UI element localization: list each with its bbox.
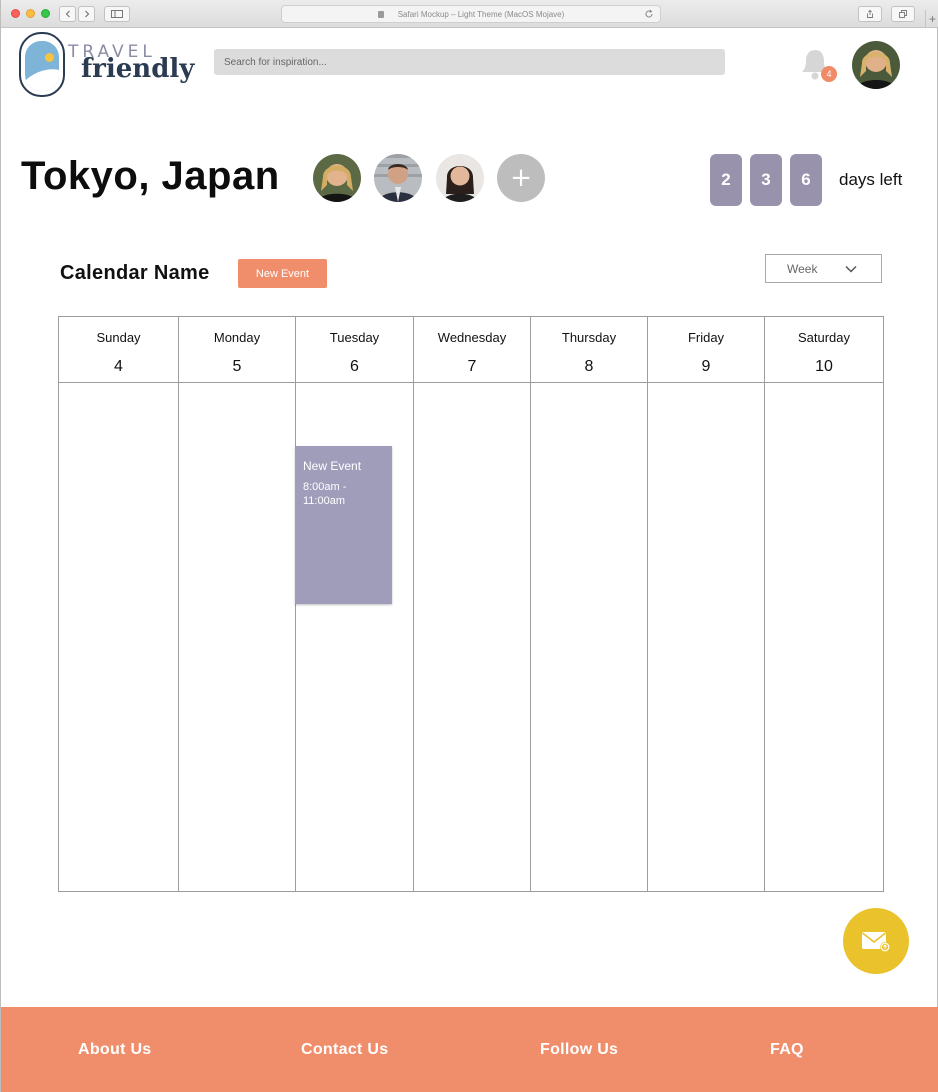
- footer-link-about[interactable]: About Us: [78, 1041, 152, 1059]
- address-text: Safari Mockup – Light Theme (MacOS Mojav…: [397, 9, 565, 19]
- share-button[interactable]: [858, 6, 882, 22]
- logo-window: [25, 41, 59, 91]
- day-name: Monday: [213, 330, 261, 345]
- notification-badge: 4: [821, 66, 837, 82]
- day-name: Friday: [687, 330, 725, 345]
- day-name: Wednesday: [437, 330, 507, 345]
- countdown-digit: 6: [790, 154, 822, 206]
- day-name: Thursday: [561, 330, 617, 345]
- calendar-event[interactable]: New Event 8:00am - 11:00am: [295, 446, 392, 604]
- footer: About Us Contact Us Follow Us FAQ: [1, 1007, 938, 1092]
- lock-icon: [377, 10, 384, 18]
- search-input[interactable]: [214, 49, 725, 75]
- trip-title: Tokyo, Japan: [21, 154, 280, 198]
- member-avatar[interactable]: [313, 154, 361, 202]
- tabs-icon: [899, 10, 907, 18]
- day-column-thursday[interactable]: Thursday 8: [531, 317, 648, 891]
- day-number: 9: [701, 358, 711, 375]
- day-column-monday[interactable]: Monday 5: [179, 317, 296, 891]
- day-number: 5: [232, 358, 242, 375]
- day-number: 4: [114, 358, 123, 375]
- tabs-overview-button[interactable]: [891, 6, 915, 22]
- forward-button[interactable]: [78, 6, 95, 22]
- maximize-window-button[interactable]: [41, 9, 50, 18]
- chevron-left-icon: [65, 10, 70, 18]
- new-tab-button[interactable]: +: [925, 10, 938, 28]
- day-name: Saturday: [797, 330, 851, 345]
- countdown-digit: 2: [710, 154, 742, 206]
- footer-link-contact[interactable]: Contact Us: [301, 1041, 388, 1059]
- day-column-friday[interactable]: Friday 9: [648, 317, 765, 891]
- logo-hill: [25, 62, 59, 91]
- countdown-digit: 3: [750, 154, 782, 206]
- new-event-button[interactable]: New Event: [238, 259, 327, 288]
- calendar-name: Calendar Name: [60, 262, 210, 284]
- close-window-button[interactable]: [11, 9, 20, 18]
- day-number: 10: [815, 358, 833, 375]
- plus-icon: +: [928, 12, 936, 26]
- day-column-sunday[interactable]: Sunday 4: [59, 317, 179, 891]
- view-select-value: Week: [787, 261, 818, 276]
- day-number: 6: [350, 358, 359, 375]
- message-fab-button[interactable]: [843, 908, 909, 974]
- logo[interactable]: [19, 32, 65, 97]
- add-member-button[interactable]: +: [497, 154, 545, 202]
- sidebar-icon: [111, 10, 123, 18]
- week-calendar: Sunday 4 Monday 5 Tuesday 6 Wednesday 7 …: [58, 316, 884, 892]
- reload-icon[interactable]: [644, 9, 654, 19]
- event-time: 8:00am - 11:00am: [303, 481, 347, 507]
- page: Safari Mockup – Light Theme (MacOS Mojav…: [0, 0, 938, 1092]
- minimize-window-button[interactable]: [26, 9, 35, 18]
- user-avatar[interactable]: [852, 41, 900, 89]
- chevron-right-icon: [84, 10, 89, 18]
- footer-link-follow[interactable]: Follow Us: [540, 1041, 618, 1059]
- address-bar[interactable]: Safari Mockup – Light Theme (MacOS Mojav…: [281, 5, 661, 23]
- back-button[interactable]: [59, 6, 76, 22]
- member-avatar[interactable]: [436, 154, 484, 202]
- day-column-tuesday[interactable]: Tuesday 6: [296, 317, 414, 891]
- day-name: Sunday: [96, 330, 141, 345]
- day-number: 8: [584, 358, 594, 375]
- logo-sun: [45, 53, 54, 62]
- day-column-saturday[interactable]: Saturday 10: [765, 317, 883, 891]
- sidebar-toggle-button[interactable]: [104, 6, 130, 22]
- countdown-label: days left: [839, 170, 903, 189]
- member-avatar[interactable]: [374, 154, 422, 202]
- day-name: Tuesday: [329, 330, 380, 345]
- footer-link-faq[interactable]: FAQ: [770, 1041, 804, 1059]
- view-select[interactable]: Week: [765, 254, 882, 283]
- logo-text-friendly: friendly: [81, 54, 195, 84]
- browser-toolbar: Safari Mockup – Light Theme (MacOS Mojav…: [1, 0, 938, 28]
- envelope-icon: [862, 932, 890, 952]
- chevron-down-icon: [845, 265, 857, 273]
- share-icon: [867, 10, 873, 18]
- event-title: New Event: [303, 459, 362, 473]
- day-number: 7: [467, 358, 477, 375]
- day-column-wednesday[interactable]: Wednesday 7: [414, 317, 531, 891]
